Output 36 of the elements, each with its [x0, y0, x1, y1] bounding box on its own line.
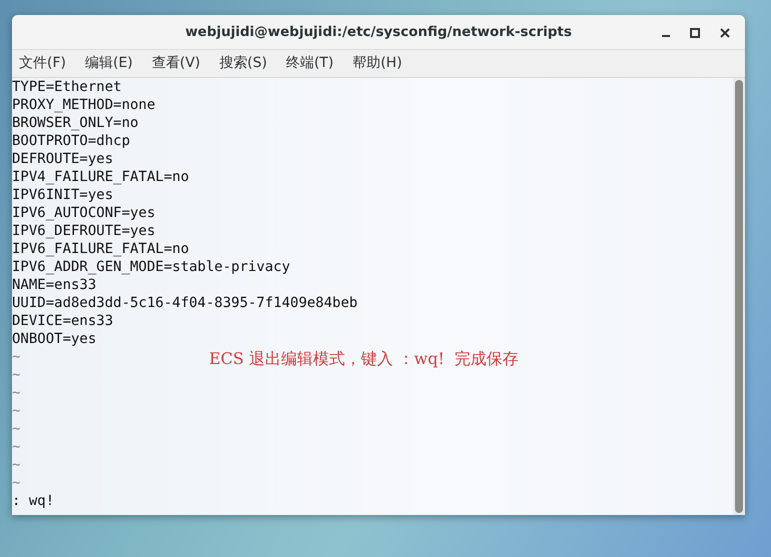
empty-line-marker: ~ — [12, 474, 20, 492]
annotation-text: ECS 退出编辑模式，键入 ：wq! 完成保存 — [209, 348, 519, 370]
config-line: IPV6_ADDR_GEN_MODE=stable-privacy — [12, 258, 290, 276]
close-icon — [720, 28, 730, 38]
config-line: TYPE=Ethernet — [12, 78, 122, 96]
config-line: DEFROUTE=yes — [12, 150, 114, 168]
config-line: BROWSER_ONLY=no — [12, 114, 138, 132]
config-line: NAME=ens33 — [12, 276, 96, 294]
config-line: IPV6INIT=yes — [12, 186, 114, 204]
config-line: ONBOOT=yes — [12, 330, 96, 348]
maximize-icon — [690, 28, 700, 38]
window-title: webjujidi@webjujidi:/etc/sysconfig/network-scripts — [185, 22, 572, 42]
empty-line-marker: ~ — [12, 366, 20, 384]
config-line: BOOTPROTO=dhcp — [12, 132, 130, 150]
menu-item[interactable]: 编辑(E) — [82, 53, 141, 74]
empty-line-marker: ~ — [12, 456, 20, 474]
config-line: DEVICE=ens33 — [12, 312, 114, 330]
config-line: IPV4_FAILURE_FATAL=no — [12, 168, 190, 186]
config-line: UUID=ad8ed3dd-5c16-4f04-8395-7f1409e84beb — [12, 294, 358, 312]
command-line: : wq! — [12, 492, 54, 510]
empty-line-marker: ~ — [12, 348, 20, 366]
minimize-icon — [662, 34, 670, 36]
menu-item[interactable]: 搜索(S) — [216, 53, 276, 74]
config-line: IPV6_DEFROUTE=yes — [12, 222, 156, 240]
empty-line-marker: ~ — [12, 420, 20, 438]
empty-line-marker: ~ — [12, 438, 20, 456]
scrollbar[interactable] — [733, 78, 745, 515]
config-line: PROXY_METHOD=none — [12, 96, 156, 114]
config-line: IPV6_AUTOCONF=yes — [12, 204, 156, 222]
empty-line-marker: ~ — [12, 384, 20, 402]
empty-line-marker: ~ — [12, 402, 20, 420]
config-line: IPV6_FAILURE_FATAL=no — [12, 240, 190, 258]
menu-item[interactable]: 文件(F) — [16, 53, 74, 74]
menu-item[interactable]: 帮助(H) — [350, 53, 410, 74]
menu-item[interactable]: 查看(V) — [148, 53, 208, 74]
menu-item[interactable]: 终端(T) — [283, 53, 342, 74]
